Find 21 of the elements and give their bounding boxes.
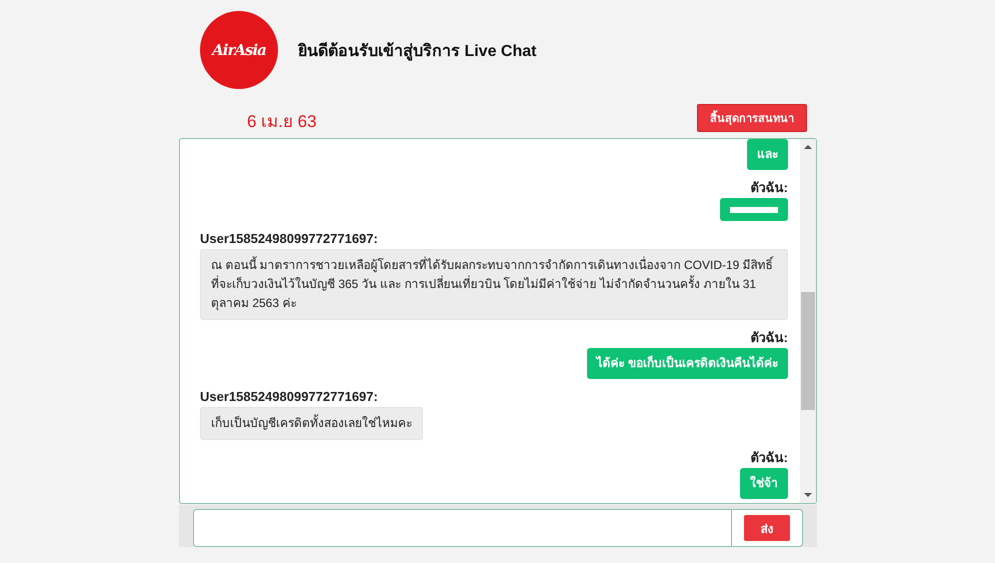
- sender-name: ตัวฉัน:: [750, 330, 788, 346]
- scroll-down-icon[interactable]: [804, 492, 812, 498]
- scroll-up-icon[interactable]: [804, 144, 812, 150]
- scroll-thumb[interactable]: [801, 292, 815, 410]
- sender-name: User15852498099772771697:: [200, 389, 378, 405]
- scrollbar[interactable]: [800, 139, 816, 503]
- sender-name: ตัวฉัน:: [750, 180, 788, 196]
- message-bubble: และ: [747, 139, 788, 170]
- message-field[interactable]: ส่ง: [193, 509, 803, 547]
- end-chat-button[interactable]: สิ้นสุดการสนทนา: [697, 104, 807, 132]
- message-bubble: ณ ตอนนี้ มาตราการชาวยเหลือผู้โดยสารที่ได้รับผลกระทบจากการจำกัดการเดินทางเนื่องจาก COVID-19 มีสิทธิ์ที่จะเก็บวงเงินไว้ในบัญชี 365 วัน และ การเปลี่ยนเที่ยวบิน โดยไม่มีค่าใช้จ่าย ไม่จำกัดจำนวนครั้ง ภายใน 31 ตุลาคม 2563 ค่ะ: [200, 249, 788, 320]
- date-label: 6 เม.ย 63: [247, 110, 317, 132]
- message-bubble: ได้ค่ะ ขอเก็บเป็นเครดิตเงินคืนได้ค่ะ: [586, 348, 788, 379]
- sender-name: ตัวฉัน:: [750, 450, 788, 466]
- page-title: ยินดีต้อนรับเข้าสู่บริการ Live Chat: [298, 41, 536, 62]
- message-bubble: ใช่จ้า: [740, 468, 788, 499]
- logo-text: AirAsia: [212, 41, 266, 59]
- send-button[interactable]: ส่ง: [744, 515, 790, 541]
- redacted-message-bubble: [720, 198, 788, 221]
- message-bubble: เก็บเป็นบัญชีเครดิตทั้งสองเลยใช่ไหมคะ: [200, 407, 423, 440]
- sender-name: User15852498099772771697:: [200, 231, 378, 247]
